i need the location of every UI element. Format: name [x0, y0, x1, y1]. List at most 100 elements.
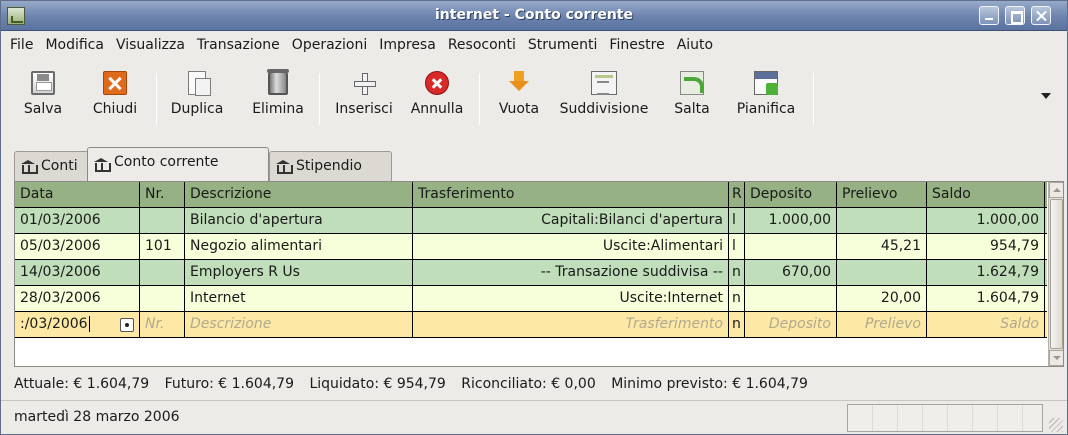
transfer-cell[interactable]: -- Transazione suddivisa --: [413, 260, 729, 285]
withdrawal-cell[interactable]: 20,00: [837, 286, 927, 311]
maximize-button[interactable]: [1005, 6, 1025, 25]
balance-cell: 954,79: [927, 234, 1045, 259]
menu-reports[interactable]: Resoconti: [442, 37, 522, 53]
split-button[interactable]: Suddivisione: [554, 63, 654, 135]
menu-transaction[interactable]: Transazione: [191, 37, 286, 53]
menu-file[interactable]: File: [1, 37, 39, 53]
tab-checking-account[interactable]: Conto corrente: [87, 147, 269, 181]
withdrawal-cell[interactable]: [837, 208, 927, 233]
num-cell[interactable]: [140, 208, 185, 233]
deposit-cell[interactable]: 670,00: [745, 260, 837, 285]
resize-grip-icon[interactable]: [1049, 418, 1063, 432]
transfer-cell[interactable]: Uscite:Internet: [413, 286, 729, 311]
jump-label: Salta: [674, 101, 710, 117]
toolbar-overflow-arrow-icon[interactable]: [1041, 93, 1051, 99]
description-cell[interactable]: Negozio alimentari: [185, 234, 413, 259]
split-label: Suddivisione: [559, 101, 649, 117]
header-deposit[interactable]: Deposito: [745, 182, 837, 207]
transaction-row[interactable]: 05/03/2006 101 Negozio alimentari Uscite…: [15, 234, 1047, 260]
deposit-cell[interactable]: [745, 234, 837, 259]
scroll-down-arrow-icon[interactable]: [1049, 350, 1063, 366]
bank-icon: [276, 160, 293, 174]
menu-business[interactable]: Impresa: [373, 37, 442, 53]
account-tabs: Conti Conto corrente Stipendio: [1, 147, 1067, 181]
header-reconcile[interactable]: R: [729, 182, 745, 207]
reconcile-cell[interactable]: n: [729, 312, 745, 337]
num-cell[interactable]: [140, 260, 185, 285]
withdrawal-placeholder[interactable]: Prelievo: [837, 312, 927, 337]
date-cell[interactable]: 01/03/2006: [15, 208, 140, 233]
date-cell[interactable]: 14/03/2006: [15, 260, 140, 285]
register-grid: Data Nr. Descrizione Trasferimento R Dep…: [15, 182, 1047, 338]
delete-button[interactable]: Elimina: [245, 63, 311, 135]
num-cell[interactable]: 101: [140, 234, 185, 259]
new-transaction-row[interactable]: :/03/2006 Nr. Descrizione Trasferimento …: [15, 312, 1047, 338]
num-cell[interactable]: [140, 286, 185, 311]
title-bar[interactable]: internet - Conto corrente: [1, 1, 1067, 31]
transfer-cell[interactable]: Capitali:Bilanci d'apertura: [413, 208, 729, 233]
withdrawal-cell[interactable]: [837, 260, 927, 285]
date-input[interactable]: :/03/2006: [15, 312, 140, 337]
transfer-placeholder[interactable]: Trasferimento: [413, 312, 729, 337]
jump-button[interactable]: Salta: [665, 63, 719, 135]
cleared-balance: Liquidato: € 954,79: [309, 376, 446, 392]
menu-edit[interactable]: Modifica: [39, 37, 110, 53]
projected-minimum: Minimo previsto: € 1.604,79: [611, 376, 808, 392]
reconcile-cell[interactable]: l: [729, 234, 745, 259]
reconcile-cell[interactable]: n: [729, 286, 745, 311]
menu-tools[interactable]: Strumenti: [522, 37, 604, 53]
void-button[interactable]: Vuota: [488, 63, 550, 135]
date-cell[interactable]: 28/03/2006: [15, 286, 140, 311]
deposit-placeholder[interactable]: Deposito: [745, 312, 837, 337]
cancel-circle-icon: [425, 71, 449, 95]
description-cell[interactable]: Bilancio d'apertura: [185, 208, 413, 233]
duplicate-button[interactable]: Duplica: [166, 63, 228, 135]
reconcile-cell[interactable]: l: [729, 208, 745, 233]
deposit-cell[interactable]: [745, 286, 837, 311]
tab-label: Conti: [41, 158, 78, 174]
description-placeholder[interactable]: Descrizione: [185, 312, 413, 337]
menu-help[interactable]: Aiuto: [671, 37, 719, 53]
header-num[interactable]: Nr.: [140, 182, 185, 207]
menu-windows[interactable]: Finestre: [603, 37, 670, 53]
num-placeholder[interactable]: Nr.: [140, 312, 185, 337]
menu-view[interactable]: Visualizza: [110, 37, 191, 53]
summary-bar: Attuale: € 1.604,79 Futuro: € 1.604,79 L…: [1, 368, 1067, 400]
deposit-cell[interactable]: 1.000,00: [745, 208, 837, 233]
date-input-value[interactable]: :/03/2006: [20, 316, 88, 332]
schedule-button[interactable]: Pianifica: [729, 63, 803, 135]
description-cell[interactable]: Employers R Us: [185, 260, 413, 285]
close-button[interactable]: Chiudi: [85, 63, 145, 135]
vertical-scrollbar[interactable]: [1048, 182, 1063, 366]
scrollbar-thumb[interactable]: [1050, 199, 1063, 349]
balance-cell: 1.000,00: [927, 208, 1045, 233]
header-description[interactable]: Descrizione: [185, 182, 413, 207]
tab-salary[interactable]: Stipendio: [269, 151, 392, 181]
header-withdrawal[interactable]: Prelievo: [837, 182, 927, 207]
tab-accounts[interactable]: Conti: [14, 151, 91, 181]
transfer-cell[interactable]: Uscite:Alimentari: [413, 234, 729, 259]
date-cell[interactable]: 05/03/2006: [15, 234, 140, 259]
toolbar-separator: [813, 73, 814, 125]
header-date[interactable]: Data: [15, 182, 140, 207]
reconcile-cell[interactable]: n: [729, 260, 745, 285]
transaction-row[interactable]: 28/03/2006 Internet Uscite:Internet n 20…: [15, 286, 1047, 312]
calendar-popup-icon[interactable]: [120, 318, 134, 332]
header-transfer[interactable]: Trasferimento: [413, 182, 729, 207]
menu-actions[interactable]: Operazioni: [286, 37, 373, 53]
cancel-button[interactable]: Annulla: [404, 63, 470, 135]
header-balance[interactable]: Saldo: [927, 182, 1045, 207]
save-button[interactable]: Salva: [13, 63, 73, 135]
transaction-row[interactable]: 01/03/2006 Bilancio d'apertura Capitali:…: [15, 208, 1047, 234]
toolbar-separator: [319, 73, 320, 125]
close-window-button[interactable]: [1031, 6, 1051, 25]
transaction-row[interactable]: 14/03/2006 Employers R Us -- Transazione…: [15, 260, 1047, 286]
close-x-icon: [103, 71, 127, 95]
scroll-up-arrow-icon[interactable]: [1049, 182, 1063, 198]
withdrawal-cell[interactable]: 45,21: [837, 234, 927, 259]
insert-button[interactable]: Inserisci: [328, 63, 400, 135]
description-cell[interactable]: Internet: [185, 286, 413, 311]
progress-bar: [847, 404, 1043, 432]
toolbar-separator: [479, 73, 480, 125]
minimize-button[interactable]: [979, 6, 999, 25]
